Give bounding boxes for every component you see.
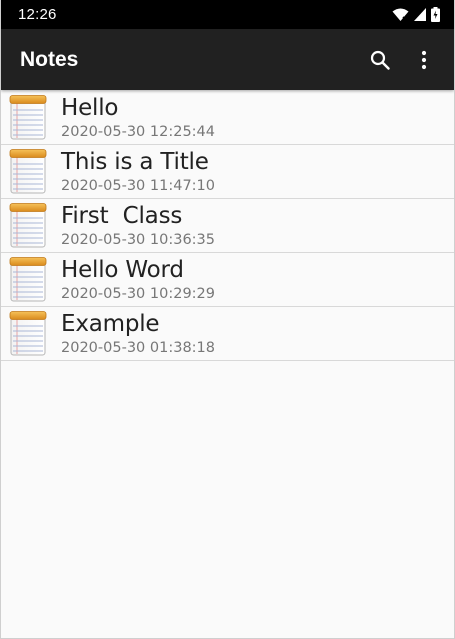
note-date: 2020-05-30 10:36:35: [61, 232, 215, 248]
notes-app-screen: 12:26 Notes Hello 2020-05-30 12:25:44 Th…: [0, 0, 455, 639]
more-vert-icon: [421, 50, 427, 70]
cell-signal-icon: [414, 8, 426, 21]
search-icon: [370, 50, 390, 70]
status-time: 12:26: [18, 6, 57, 23]
note-list-item[interactable]: Example 2020-05-30 01:38:18: [1, 307, 454, 361]
note-title: Hello: [61, 95, 119, 121]
note-date: 2020-05-30 11:47:10: [61, 178, 215, 194]
status-bar: 12:26: [1, 0, 454, 29]
note-title: First Class: [61, 203, 183, 229]
app-toolbar: Notes: [1, 29, 454, 90]
note-list-item[interactable]: First Class 2020-05-30 10:36:35: [1, 199, 454, 253]
note-title: Hello Word: [61, 257, 184, 283]
notepad-icon: [9, 95, 49, 141]
note-list-item[interactable]: Hello 2020-05-30 12:25:44: [1, 91, 454, 145]
notepad-icon: [9, 311, 49, 357]
note-date: 2020-05-30 01:38:18: [61, 340, 215, 356]
notepad-icon: [9, 203, 49, 249]
note-date: 2020-05-30 10:29:29: [61, 286, 215, 302]
status-icons: [392, 7, 440, 22]
toolbar-title: Notes: [20, 47, 79, 71]
note-title: This is a Title: [61, 149, 209, 175]
notepad-icon: [9, 149, 49, 195]
notepad-icon: [9, 257, 49, 303]
note-title: Example: [61, 311, 160, 337]
battery-charging-icon: [431, 7, 440, 22]
overflow-menu-button[interactable]: [402, 38, 446, 82]
note-list-item[interactable]: Hello Word 2020-05-30 10:29:29: [1, 253, 454, 307]
note-list: Hello 2020-05-30 12:25:44 This is a Titl…: [1, 91, 454, 361]
search-button[interactable]: [358, 38, 402, 82]
wifi-icon: [392, 8, 409, 22]
note-list-item[interactable]: This is a Title 2020-05-30 11:47:10: [1, 145, 454, 199]
note-date: 2020-05-30 12:25:44: [61, 124, 215, 140]
